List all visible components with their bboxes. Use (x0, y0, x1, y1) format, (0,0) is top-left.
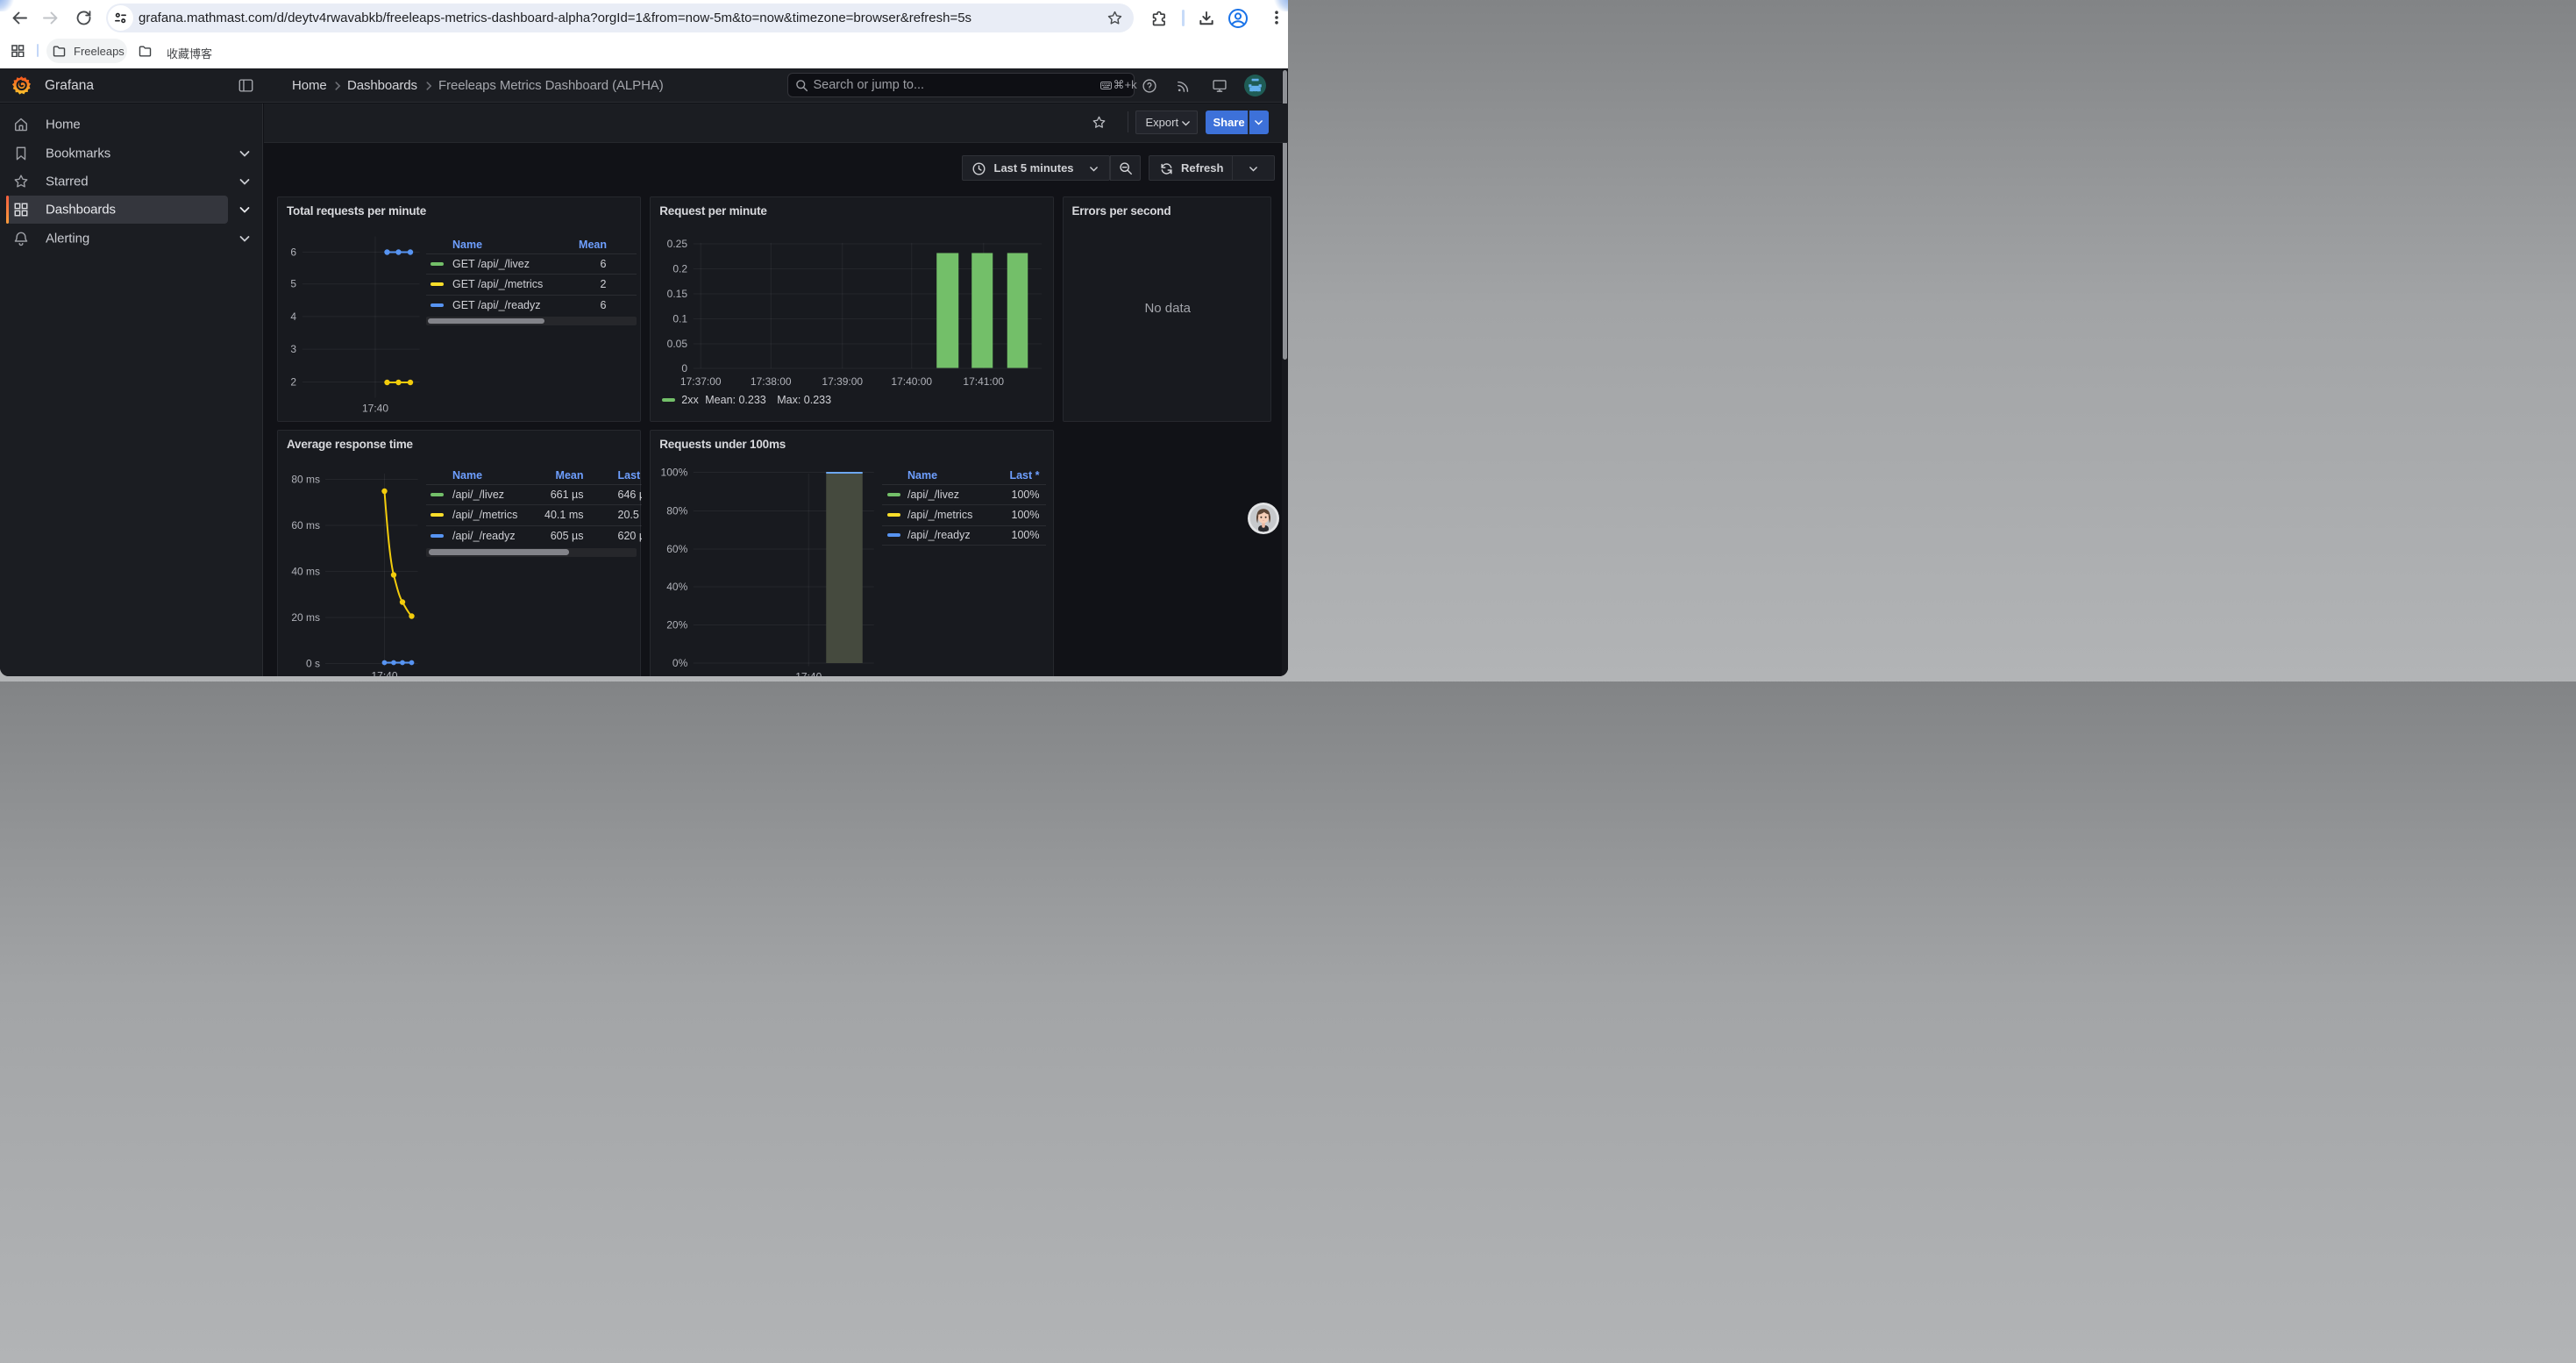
svg-text:17:40:00: 17:40:00 (892, 375, 933, 388)
svg-text:17:40: 17:40 (795, 670, 822, 676)
svg-text:17:38:00: 17:38:00 (751, 375, 792, 388)
svg-text:0.15: 0.15 (667, 288, 688, 300)
svg-text:60 ms: 60 ms (291, 519, 320, 532)
svg-text:80 ms: 80 ms (291, 473, 320, 485)
svg-text:17:39:00: 17:39:00 (822, 375, 864, 388)
svg-text:80%: 80% (666, 504, 687, 517)
svg-text:0.05: 0.05 (667, 338, 688, 350)
svg-text:20 ms: 20 ms (291, 611, 320, 624)
svg-text:0.2: 0.2 (673, 262, 688, 275)
svg-text:2: 2 (290, 375, 296, 388)
svg-text:17:40: 17:40 (371, 669, 397, 676)
svg-text:3: 3 (290, 343, 296, 355)
svg-text:4: 4 (290, 310, 296, 322)
svg-text:40 ms: 40 ms (291, 565, 320, 577)
svg-text:17:37:00: 17:37:00 (680, 375, 722, 388)
svg-text:60%: 60% (666, 543, 687, 555)
svg-text:0%: 0% (672, 657, 688, 669)
svg-text:40%: 40% (666, 581, 687, 593)
svg-text:0.25: 0.25 (667, 238, 688, 250)
svg-text:0.1: 0.1 (673, 312, 688, 325)
svg-text:6: 6 (290, 246, 296, 258)
svg-text:100%: 100% (661, 466, 688, 478)
svg-text:5: 5 (290, 277, 296, 289)
svg-text:20%: 20% (666, 618, 687, 631)
svg-text:17:40: 17:40 (362, 402, 388, 414)
svg-text:17:41:00: 17:41:00 (964, 375, 1005, 388)
svg-text:0 s: 0 s (306, 657, 320, 669)
svg-text:0: 0 (682, 362, 688, 375)
